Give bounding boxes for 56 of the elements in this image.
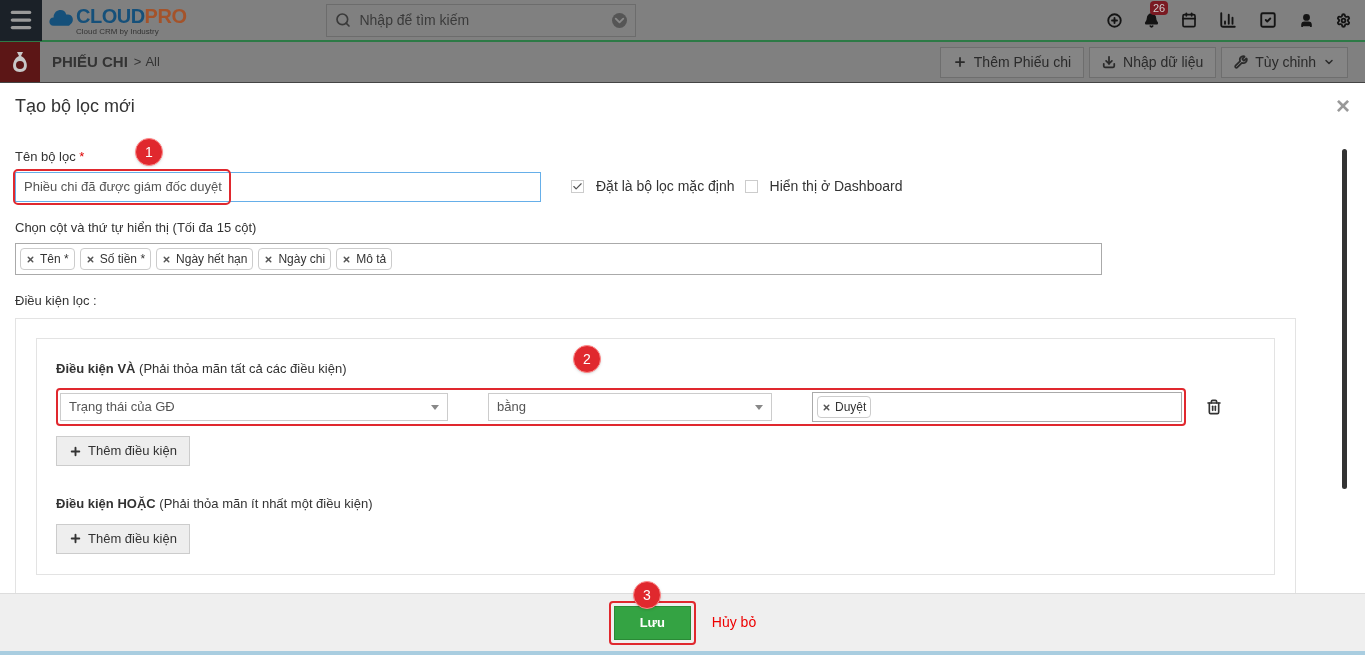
download-icon [1102, 55, 1117, 69]
settings-icon[interactable] [1336, 12, 1351, 28]
plus-icon [952, 55, 967, 69]
group-heading: Điều kiện VÀ (Phải thỏa mãn tất cả các điều kiện) [56, 359, 347, 378]
user-icon[interactable] [1299, 12, 1314, 28]
remove-icon [26, 254, 35, 264]
checkbox-option[interactable]: Đặt là bộ lọc mặc định [571, 176, 735, 197]
value-field[interactable]: Duyệt [812, 392, 1182, 422]
field-label: Chọn cột và thứ tự hiển thị (Tối đa 15 cột) [15, 218, 258, 237]
toolbar-button[interactable]: Nhập dữ liệu [1089, 46, 1217, 78]
checkbox[interactable] [744, 180, 758, 193]
calendar-icon[interactable] [1181, 12, 1197, 28]
plus-icon [69, 532, 82, 545]
column-tag[interactable]: Mô tả [336, 248, 393, 270]
toolbar-button[interactable]: Tùy chỉnh [1221, 46, 1348, 78]
breadcrumb-separator: > [133, 53, 142, 72]
remove-icon [342, 254, 352, 264]
column-tag[interactable]: Ngày hết hạn [156, 248, 254, 270]
tasks-icon[interactable] [1259, 11, 1277, 29]
logo: CLOUDPRO Cloud CRM by Industry [48, 4, 187, 36]
filter-name-input[interactable]: Phiều chi đã được giám đốc duyệt [15, 171, 541, 202]
delete-icon[interactable] [1206, 399, 1222, 415]
columns-field[interactable]: Tên * Số tiền * Ngày hết hạn Ngày chi Mô tả [15, 243, 1102, 275]
remove-icon [162, 254, 172, 264]
remove-icon [264, 254, 274, 264]
module-title: PHIẾU CHI [52, 51, 128, 72]
value-tag[interactable]: Duyệt [817, 396, 872, 418]
notification-count: 26 [1150, 0, 1169, 15]
add-condition-button[interactable]: Thêm điều kiện [56, 523, 190, 554]
chart-icon[interactable] [1219, 11, 1237, 29]
bell-icon[interactable] [1144, 12, 1159, 28]
caret-icon [431, 404, 439, 410]
dropdown-icon [612, 12, 628, 28]
add-icon[interactable] [1107, 12, 1122, 28]
toolbar-button[interactable]: Thêm Phiếu chi [939, 46, 1085, 78]
operator-select[interactable]: bằng [488, 393, 772, 421]
checkbox[interactable] [571, 180, 584, 193]
wrench-icon [1234, 55, 1249, 69]
field-select[interactable]: Trạng thái của GĐ [60, 393, 448, 421]
menu-button[interactable] [0, 0, 42, 41]
add-condition-button[interactable]: Thêm điều kiện [56, 436, 190, 466]
column-tag[interactable]: Số tiền * [79, 248, 152, 270]
column-tag[interactable]: Tên * [20, 248, 75, 270]
dialog-title: Tạo bộ lọc mới [15, 94, 135, 118]
remove-icon [85, 254, 95, 264]
checkbox-option[interactable]: Hiển thị ở Dashboard [744, 176, 903, 197]
cancel-link[interactable]: Hủy bỏ [711, 612, 757, 633]
money-bag-icon [10, 50, 30, 74]
search-icon [335, 12, 352, 28]
remove-icon [822, 402, 831, 412]
field-label: Tên bộ lọc * [15, 148, 85, 166]
plus-icon [69, 444, 82, 458]
group-heading: Điều kiện HOẶC (Phải thỏa mãn ít nhất một điều kiện) [56, 495, 373, 513]
caret-icon [755, 404, 763, 410]
section-label: Điều kiện lọc : [15, 292, 98, 310]
column-tag[interactable]: Ngày chi [258, 248, 332, 270]
